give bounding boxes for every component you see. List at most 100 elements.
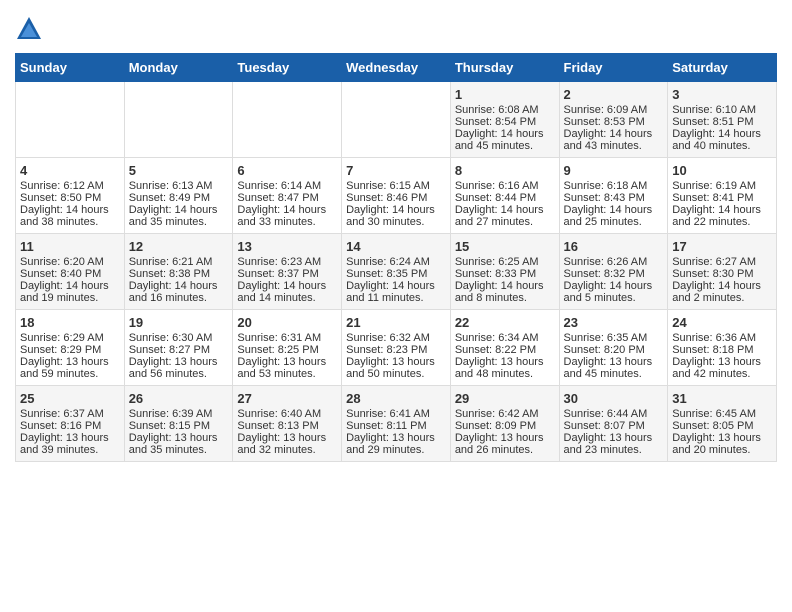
- day-number: 23: [564, 315, 664, 330]
- logo-icon: [15, 15, 43, 43]
- day-info: Daylight: 14 hours and 30 minutes.: [346, 204, 446, 228]
- calendar-cell: [342, 82, 451, 158]
- calendar-week-row: 11Sunrise: 6:20 AMSunset: 8:40 PMDayligh…: [16, 234, 777, 310]
- calendar-table: SundayMondayTuesdayWednesdayThursdayFrid…: [15, 53, 777, 462]
- day-info: Daylight: 14 hours and 22 minutes.: [672, 204, 772, 228]
- calendar-cell: 5Sunrise: 6:13 AMSunset: 8:49 PMDaylight…: [124, 158, 233, 234]
- day-number: 30: [564, 391, 664, 406]
- day-info: Daylight: 14 hours and 45 minutes.: [455, 128, 555, 152]
- day-info: Daylight: 13 hours and 50 minutes.: [346, 356, 446, 380]
- day-info: Sunset: 8:49 PM: [129, 192, 229, 204]
- day-number: 31: [672, 391, 772, 406]
- day-info: Sunrise: 6:34 AM: [455, 332, 555, 344]
- day-info: Daylight: 14 hours and 27 minutes.: [455, 204, 555, 228]
- day-info: Sunset: 8:50 PM: [20, 192, 120, 204]
- day-info: Sunrise: 6:37 AM: [20, 408, 120, 420]
- calendar-cell: [233, 82, 342, 158]
- weekday-header: Tuesday: [233, 54, 342, 82]
- calendar-cell: 27Sunrise: 6:40 AMSunset: 8:13 PMDayligh…: [233, 386, 342, 462]
- calendar-cell: 17Sunrise: 6:27 AMSunset: 8:30 PMDayligh…: [668, 234, 777, 310]
- calendar-cell: 30Sunrise: 6:44 AMSunset: 8:07 PMDayligh…: [559, 386, 668, 462]
- calendar-cell: 12Sunrise: 6:21 AMSunset: 8:38 PMDayligh…: [124, 234, 233, 310]
- day-info: Daylight: 14 hours and 25 minutes.: [564, 204, 664, 228]
- calendar-week-row: 4Sunrise: 6:12 AMSunset: 8:50 PMDaylight…: [16, 158, 777, 234]
- day-info: Sunset: 8:18 PM: [672, 344, 772, 356]
- day-info: Daylight: 13 hours and 23 minutes.: [564, 432, 664, 456]
- day-info: Sunset: 8:22 PM: [455, 344, 555, 356]
- day-number: 29: [455, 391, 555, 406]
- day-info: Sunrise: 6:18 AM: [564, 180, 664, 192]
- day-info: Sunset: 8:15 PM: [129, 420, 229, 432]
- day-info: Sunset: 8:11 PM: [346, 420, 446, 432]
- weekday-header: Monday: [124, 54, 233, 82]
- day-info: Daylight: 14 hours and 38 minutes.: [20, 204, 120, 228]
- day-info: Daylight: 13 hours and 48 minutes.: [455, 356, 555, 380]
- calendar-cell: [16, 82, 125, 158]
- day-info: Daylight: 13 hours and 35 minutes.: [129, 432, 229, 456]
- day-info: Daylight: 14 hours and 14 minutes.: [237, 280, 337, 304]
- day-info: Sunset: 8:54 PM: [455, 116, 555, 128]
- calendar-cell: 9Sunrise: 6:18 AMSunset: 8:43 PMDaylight…: [559, 158, 668, 234]
- day-info: Sunrise: 6:32 AM: [346, 332, 446, 344]
- day-info: Sunrise: 6:15 AM: [346, 180, 446, 192]
- weekday-header: Wednesday: [342, 54, 451, 82]
- calendar-body: 1Sunrise: 6:08 AMSunset: 8:54 PMDaylight…: [16, 82, 777, 462]
- page-header: [15, 15, 777, 43]
- calendar-cell: [124, 82, 233, 158]
- day-info: Sunrise: 6:25 AM: [455, 256, 555, 268]
- day-info: Sunset: 8:13 PM: [237, 420, 337, 432]
- day-info: Daylight: 14 hours and 2 minutes.: [672, 280, 772, 304]
- day-info: Daylight: 13 hours and 59 minutes.: [20, 356, 120, 380]
- day-info: Daylight: 13 hours and 29 minutes.: [346, 432, 446, 456]
- day-number: 11: [20, 239, 120, 254]
- day-number: 15: [455, 239, 555, 254]
- calendar-cell: 11Sunrise: 6:20 AMSunset: 8:40 PMDayligh…: [16, 234, 125, 310]
- day-info: Sunrise: 6:21 AM: [129, 256, 229, 268]
- day-info: Sunset: 8:25 PM: [237, 344, 337, 356]
- day-info: Daylight: 13 hours and 45 minutes.: [564, 356, 664, 380]
- weekday-header: Friday: [559, 54, 668, 82]
- calendar-week-row: 18Sunrise: 6:29 AMSunset: 8:29 PMDayligh…: [16, 310, 777, 386]
- day-info: Sunrise: 6:42 AM: [455, 408, 555, 420]
- calendar-cell: 13Sunrise: 6:23 AMSunset: 8:37 PMDayligh…: [233, 234, 342, 310]
- calendar-cell: 21Sunrise: 6:32 AMSunset: 8:23 PMDayligh…: [342, 310, 451, 386]
- day-number: 25: [20, 391, 120, 406]
- day-info: Sunrise: 6:08 AM: [455, 104, 555, 116]
- day-number: 10: [672, 163, 772, 178]
- day-info: Sunrise: 6:10 AM: [672, 104, 772, 116]
- day-info: Sunset: 8:29 PM: [20, 344, 120, 356]
- day-info: Sunset: 8:37 PM: [237, 268, 337, 280]
- day-number: 6: [237, 163, 337, 178]
- day-number: 21: [346, 315, 446, 330]
- day-info: Sunrise: 6:44 AM: [564, 408, 664, 420]
- day-info: Daylight: 14 hours and 43 minutes.: [564, 128, 664, 152]
- day-info: Sunset: 8:16 PM: [20, 420, 120, 432]
- day-number: 3: [672, 87, 772, 102]
- calendar-cell: 22 Sunrise: 6:34 AMSunset: 8:22 PMDayligh…: [450, 310, 559, 386]
- day-info: Sunrise: 6:30 AM: [129, 332, 229, 344]
- day-info: Daylight: 14 hours and 35 minutes.: [129, 204, 229, 228]
- day-info: Sunset: 8:47 PM: [237, 192, 337, 204]
- day-info: Sunrise: 6:19 AM: [672, 180, 772, 192]
- day-info: Daylight: 13 hours and 56 minutes.: [129, 356, 229, 380]
- day-info: Daylight: 14 hours and 11 minutes.: [346, 280, 446, 304]
- calendar-cell: 7Sunrise: 6:15 AMSunset: 8:46 PMDaylight…: [342, 158, 451, 234]
- day-info: Sunrise: 6:14 AM: [237, 180, 337, 192]
- day-number: 13: [237, 239, 337, 254]
- day-info: Sunrise: 6:31 AM: [237, 332, 337, 344]
- day-number: 12: [129, 239, 229, 254]
- day-info: Sunset: 8:35 PM: [346, 268, 446, 280]
- day-info: Daylight: 14 hours and 5 minutes.: [564, 280, 664, 304]
- day-number: 22: [455, 315, 555, 330]
- day-info: Sunrise: 6:12 AM: [20, 180, 120, 192]
- day-info: Sunrise: 6:29 AM: [20, 332, 120, 344]
- day-info: Daylight: 14 hours and 16 minutes.: [129, 280, 229, 304]
- day-info: Sunrise: 6:13 AM: [129, 180, 229, 192]
- day-info: Daylight: 14 hours and 8 minutes.: [455, 280, 555, 304]
- calendar-cell: 2Sunrise: 6:09 AMSunset: 8:53 PMDaylight…: [559, 82, 668, 158]
- calendar-cell: 19Sunrise: 6:30 AMSunset: 8:27 PMDayligh…: [124, 310, 233, 386]
- calendar-cell: 15Sunrise: 6:25 AMSunset: 8:33 PMDayligh…: [450, 234, 559, 310]
- day-info: Sunrise: 6:35 AM: [564, 332, 664, 344]
- calendar-cell: 24Sunrise: 6:36 AMSunset: 8:18 PMDayligh…: [668, 310, 777, 386]
- day-info: Daylight: 14 hours and 33 minutes.: [237, 204, 337, 228]
